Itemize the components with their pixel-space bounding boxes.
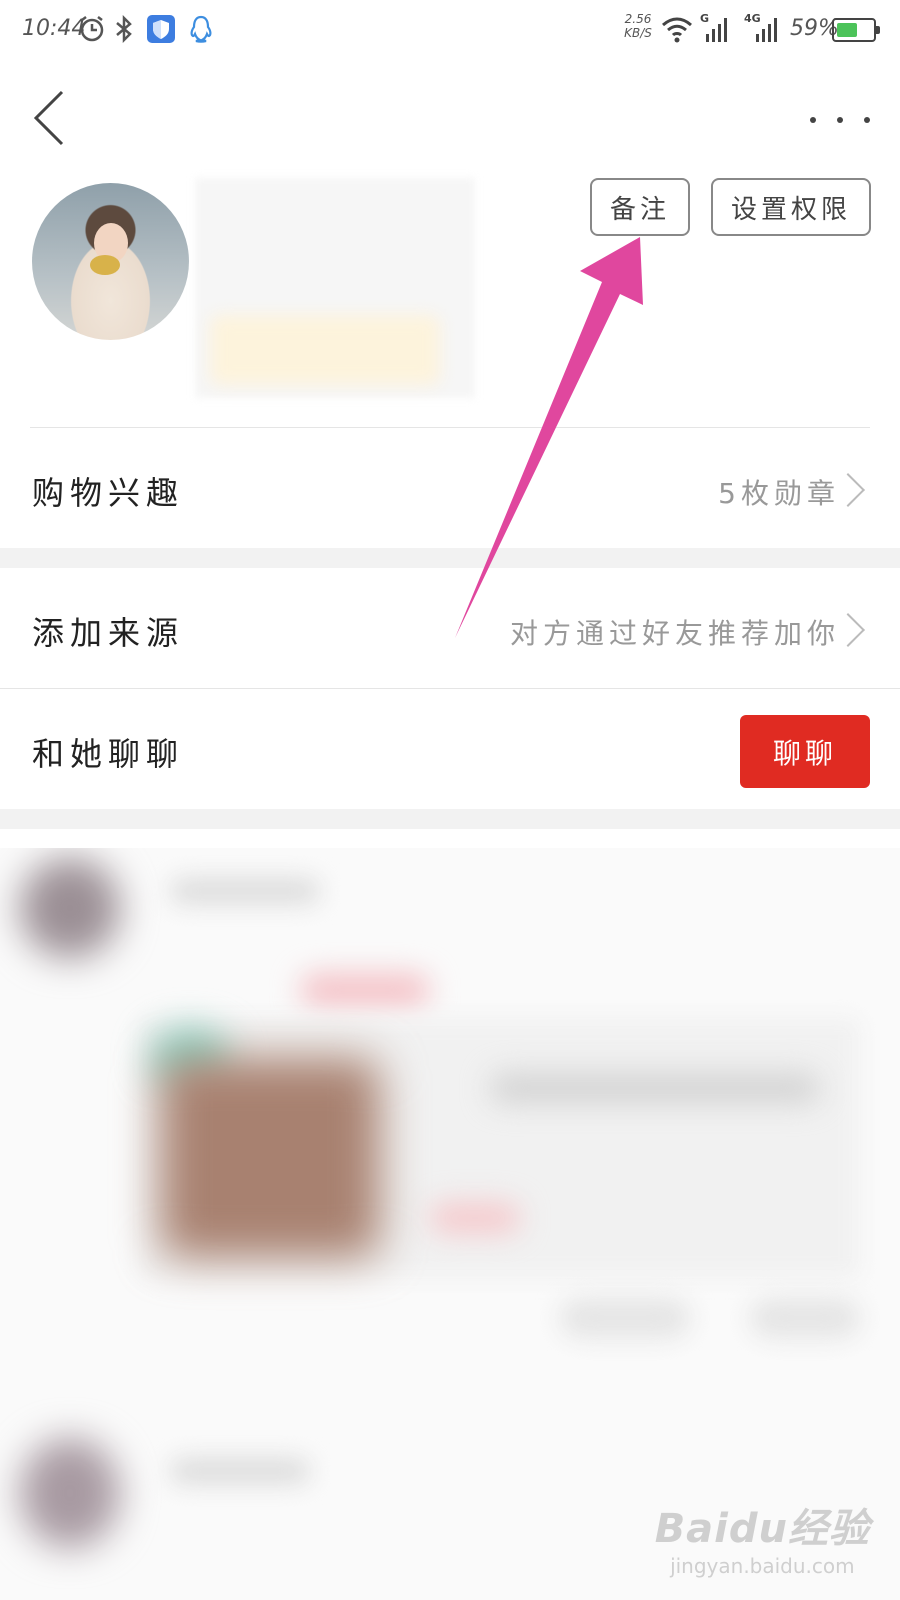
blurred-avatar: [20, 858, 120, 958]
network-speed-value: 2.56: [624, 12, 652, 26]
blurred-badge: [300, 973, 430, 1007]
network-speed: 2.56 KB/S: [618, 12, 658, 40]
alarm-icon: [78, 14, 106, 44]
section-gap: [0, 809, 900, 829]
more-button[interactable]: [810, 108, 870, 132]
chat-label: 和她聊聊: [32, 735, 185, 773]
status-time: 10:44: [22, 16, 86, 41]
add-source-row[interactable]: 添加来源 对方通过好友推荐加你: [0, 568, 900, 688]
remark-button[interactable]: 备注: [590, 178, 690, 236]
set-permission-button[interactable]: 设置权限: [711, 178, 871, 236]
blurred-product-image: [160, 1058, 380, 1258]
shield-app-icon: [146, 14, 175, 44]
watermark-logo: Baidu经验: [654, 1506, 870, 1552]
status-bar: 10:44 2.56 KB/S G 4G 59%: [0, 0, 900, 62]
blurred-name: [170, 878, 320, 904]
blurred-feed: [0, 848, 900, 1600]
blurred-price: [430, 1203, 520, 1233]
network-speed-unit: KB/S: [624, 26, 652, 40]
back-button[interactable]: [28, 88, 76, 148]
qq-icon: [188, 14, 216, 44]
avatar[interactable]: [32, 183, 189, 340]
signal-4g-icon: [752, 14, 780, 44]
add-source-label: 添加来源: [32, 614, 185, 652]
section-gap: [0, 548, 900, 568]
battery-icon: [832, 18, 880, 42]
blurred-avatar: [20, 1438, 120, 1548]
blurred-profile-tag: [210, 315, 440, 385]
watermark-url: jingyan.baidu.com: [670, 1554, 855, 1578]
signal-icon: [702, 14, 730, 44]
blurred-product-title: [490, 1073, 820, 1103]
chevron-left-icon: [33, 90, 64, 146]
shopping-interest-label: 购物兴趣: [32, 474, 185, 512]
bluetooth-icon: [112, 14, 140, 44]
more-dots-icon: [810, 117, 816, 123]
chat-button[interactable]: 聊聊: [740, 715, 870, 788]
battery-level-fill: [837, 23, 858, 37]
add-source-value: 对方通过好友推荐加你: [509, 617, 840, 650]
badge-count-value: 5枚勋章: [718, 477, 840, 510]
baidu-watermark: Baidu经验 jingyan.baidu.com: [655, 1496, 870, 1578]
shopping-interest-row[interactable]: 购物兴趣 5枚勋章: [0, 428, 900, 548]
wifi-icon: [660, 14, 694, 44]
